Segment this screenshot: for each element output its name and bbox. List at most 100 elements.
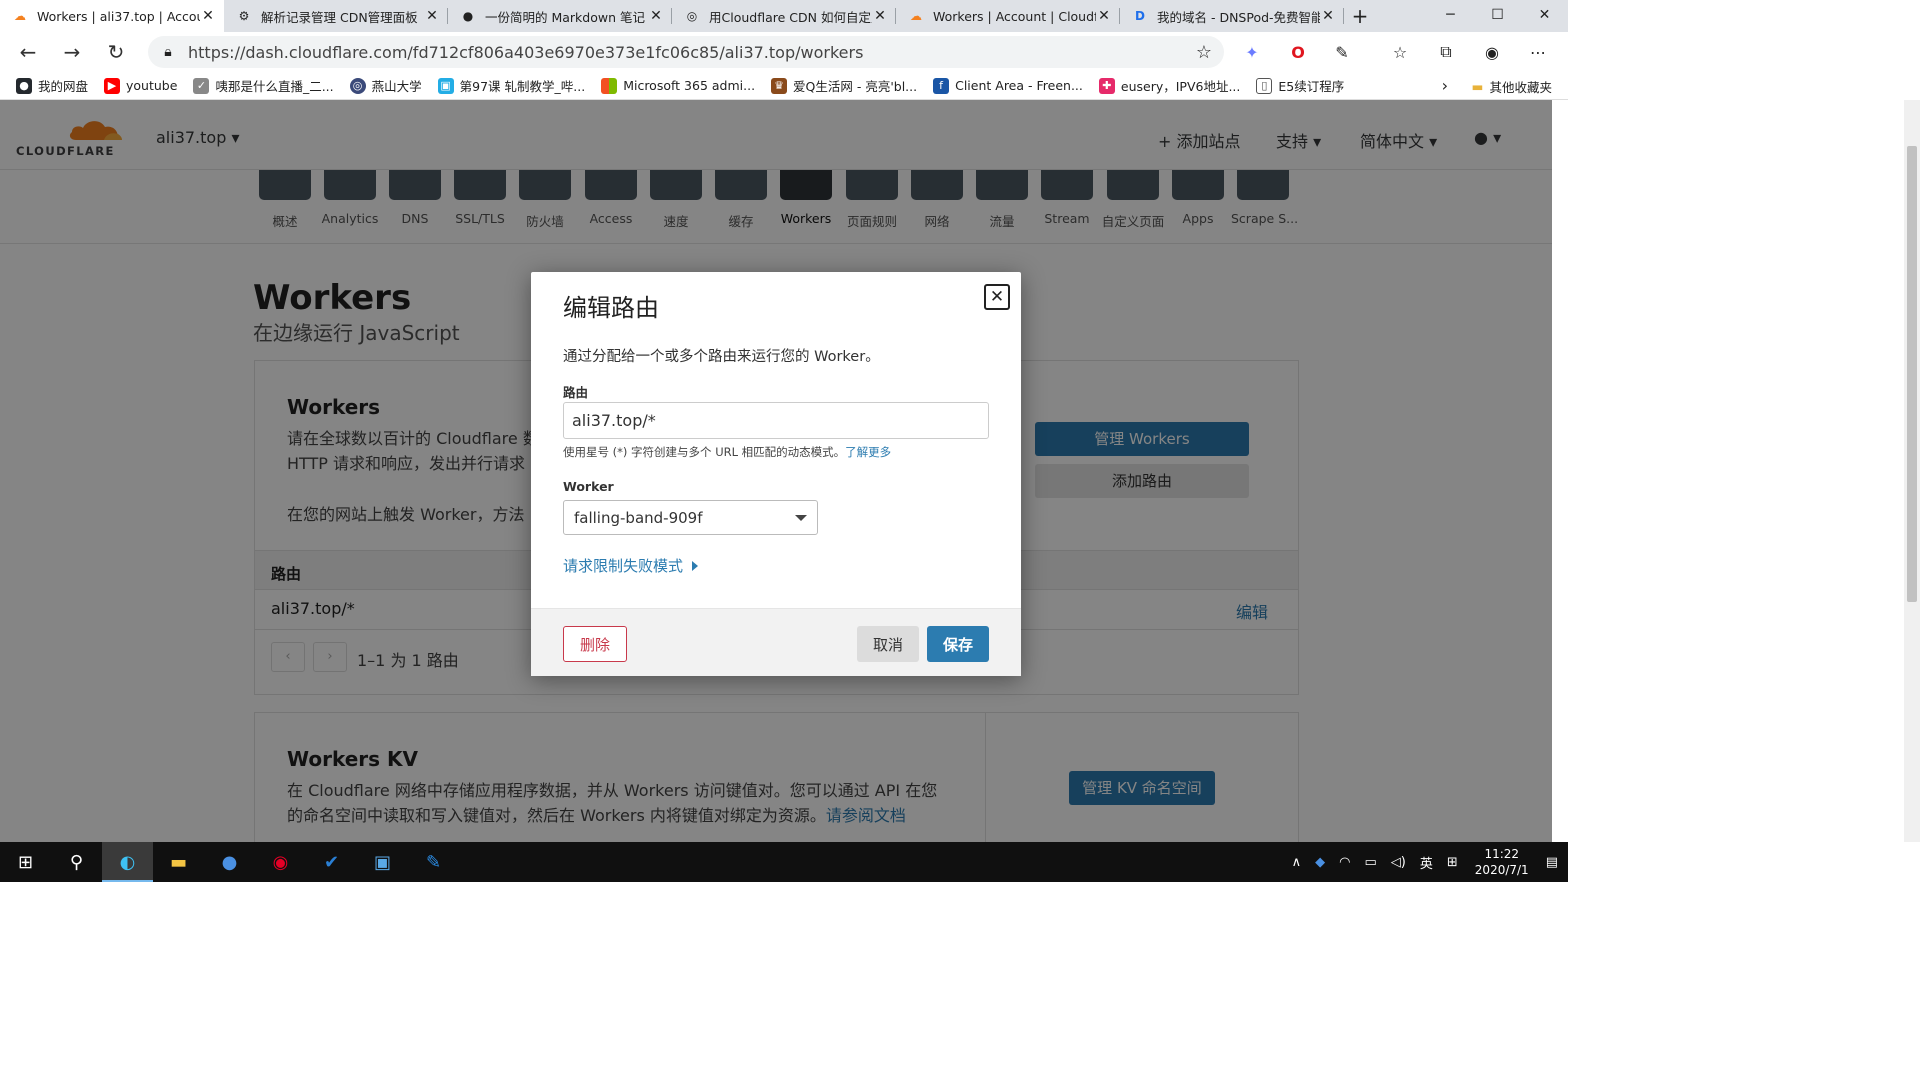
close-icon[interactable]: ✕ bbox=[984, 284, 1010, 310]
volume-icon[interactable]: ◁) bbox=[1391, 855, 1406, 870]
address-toolbar: ← → ↻ 🔒︎ https://dash.cloudflare.com/fd7… bbox=[0, 32, 1568, 72]
refresh-icon[interactable]: ↻ bbox=[94, 40, 138, 64]
bookmark-item[interactable]: ✚ eusery，IPV6地址... bbox=[1098, 76, 1240, 95]
cancel-button[interactable]: 取消 bbox=[857, 626, 919, 662]
edit-route-dialog: 编辑路由 ✕ 通过分配给一个或多个路由来运行您的 Worker。 路由 使用星号… bbox=[531, 272, 1021, 676]
minimize-icon[interactable]: ─ bbox=[1427, 0, 1474, 32]
battery-icon[interactable]: ▭ bbox=[1365, 855, 1377, 870]
ime-grid-icon[interactable]: ⊞ bbox=[1447, 855, 1458, 870]
dnspod-favicon-icon: D bbox=[1135, 9, 1145, 23]
caret-right-icon bbox=[692, 560, 699, 571]
bookmark-item[interactable]: ♛ 爱Q生活网 - 亮亮'bl... bbox=[771, 76, 917, 95]
page-scrollbar[interactable] bbox=[1904, 100, 1920, 842]
vscode-like-icon[interactable]: ✔ bbox=[306, 842, 357, 882]
browser-tab-cdn-guide[interactable]: ◎ 用Cloudflare CDN 如何自定义 ✕ bbox=[672, 0, 896, 32]
bookmark-item[interactable]: ◎ 燕山大学 bbox=[349, 76, 422, 95]
dialog-footer: 删除 取消 保存 bbox=[531, 608, 1021, 676]
network-cube-icon[interactable]: ◆ bbox=[1315, 855, 1325, 870]
maximize-icon[interactable]: ☐ bbox=[1474, 0, 1521, 32]
delete-button[interactable]: 删除 bbox=[563, 626, 627, 662]
folder-icon: ▬ bbox=[1471, 79, 1484, 94]
dialog-title: 编辑路由 bbox=[563, 294, 659, 322]
file-explorer-icon[interactable]: ▬ bbox=[153, 842, 204, 882]
wifi-icon[interactable]: ◠ bbox=[1339, 855, 1350, 870]
close-window-icon[interactable]: ✕ bbox=[1521, 0, 1568, 32]
request-limit-failure-mode-toggle[interactable]: 请求限制失败模式 bbox=[563, 555, 699, 576]
bird-icon: ✓ bbox=[193, 77, 210, 94]
extension-icon[interactable]: ✦ bbox=[1232, 32, 1272, 72]
url-text[interactable]: https://dash.cloudflare.com/fd712cf806a4… bbox=[188, 43, 1184, 62]
chevron-right-icon[interactable]: › bbox=[1442, 76, 1448, 95]
favorites-list-icon[interactable]: ☆ bbox=[1380, 32, 1420, 72]
chevron-down-icon bbox=[795, 514, 807, 521]
profile-avatar-icon[interactable]: ◉ bbox=[1472, 32, 1512, 72]
github-favicon-icon: ● bbox=[462, 9, 474, 23]
netease-music-icon[interactable]: ◉ bbox=[255, 842, 306, 882]
blog-favicon-icon: ◎ bbox=[686, 9, 698, 23]
browser-tab-workers[interactable]: ☁ Workers | ali37.top | Account ✕ bbox=[0, 0, 224, 32]
pen-icon[interactable]: ✎ bbox=[1322, 32, 1362, 72]
photos-icon[interactable]: ▣ bbox=[357, 842, 408, 882]
browser-tab-markdown[interactable]: ● 一份简明的 Markdown 笔记 ✕ bbox=[448, 0, 672, 32]
more-menu-icon[interactable]: ⋯ bbox=[1518, 32, 1558, 72]
close-tab-icon[interactable]: ✕ bbox=[872, 8, 888, 24]
bilibili-icon: ▣ bbox=[437, 77, 454, 94]
feather-app-icon[interactable]: ✎ bbox=[408, 842, 459, 882]
bookmark-item[interactable]: ✓ 咦那是什么直播_二... bbox=[193, 76, 334, 95]
route-help-text: 使用星号 (*) 字符创建与多个 URL 相匹配的动态模式。了解更多 bbox=[563, 445, 892, 459]
ime-indicator[interactable]: 英 bbox=[1420, 853, 1433, 872]
other-bookmarks[interactable]: ▬ 其他收藏夹 bbox=[1472, 77, 1552, 96]
page-icon: ▯ bbox=[1256, 77, 1273, 94]
close-tab-icon[interactable]: ✕ bbox=[200, 8, 216, 24]
taskbar-clock[interactable]: 11:22 2020/7/1 bbox=[1475, 846, 1529, 878]
browser-tab-dnspod[interactable]: D 我的域名 - DNSPod-免费智能 ✕ bbox=[1120, 0, 1344, 32]
browser-tab-workers-account[interactable]: ☁ Workers | Account | Cloudflare ✕ bbox=[896, 0, 1120, 32]
eusery-icon: ✚ bbox=[1098, 77, 1115, 94]
worker-field-label: Worker bbox=[563, 479, 614, 494]
route-input[interactable] bbox=[563, 402, 989, 439]
window-controls: ─ ☐ ✕ bbox=[1427, 0, 1568, 32]
lock-icon[interactable]: 🔒︎ bbox=[148, 44, 188, 60]
bookmark-item[interactable]: f Client Area - Freen... bbox=[933, 77, 1083, 94]
university-icon: ◎ bbox=[349, 77, 366, 94]
bookmarks-bar: ● 我的网盘 ▶ youtube ✓ 咦那是什么直播_二... ◎ 燕山大学 ▣ 第97课… bbox=[0, 72, 1568, 100]
close-tab-icon[interactable]: ✕ bbox=[1320, 8, 1336, 24]
cloudflare-favicon-icon: ☁ bbox=[14, 9, 26, 23]
blog-icon: ♛ bbox=[771, 77, 788, 94]
bookmark-item[interactable]: ● 我的网盘 bbox=[16, 76, 88, 95]
search-icon[interactable]: ⚲ bbox=[51, 842, 102, 882]
chevron-up-icon[interactable]: ∧ bbox=[1292, 855, 1302, 870]
save-button[interactable]: 保存 bbox=[927, 626, 989, 662]
bookmark-item[interactable]: ▯ E5续订程序 bbox=[1256, 76, 1344, 95]
collections-icon[interactable]: ⧉ bbox=[1426, 32, 1466, 72]
bookmark-item[interactable]: ▣ 第97课 轧制教学_哔... bbox=[437, 76, 585, 95]
bookmark-item[interactable]: Microsoft 365 admi... bbox=[601, 77, 755, 94]
microsoft-icon bbox=[601, 77, 618, 94]
new-tab-button[interactable]: + bbox=[1344, 0, 1376, 32]
youtube-icon: ▶ bbox=[104, 77, 121, 94]
notification-icon[interactable]: ▤ bbox=[1546, 855, 1558, 870]
bookmark-item[interactable]: ▶ youtube bbox=[104, 77, 177, 94]
address-bar[interactable]: 🔒︎ https://dash.cloudflare.com/fd712cf80… bbox=[148, 36, 1224, 68]
close-tab-icon[interactable]: ✕ bbox=[648, 8, 664, 24]
scrollbar-thumb[interactable] bbox=[1907, 146, 1917, 602]
github-icon: ● bbox=[16, 77, 32, 94]
freenom-icon: f bbox=[933, 77, 950, 94]
system-tray: ∧ ◆ ◠ ▭ ◁) 英 ⊞ 11:22 2020/7/1 ▤ bbox=[1285, 842, 1568, 882]
windows-start-icon[interactable]: ⊞ bbox=[0, 842, 51, 882]
learn-more-link[interactable]: 了解更多 bbox=[845, 445, 891, 459]
worker-select[interactable]: falling-band-909f bbox=[563, 500, 818, 535]
browser-tab-dns-panel[interactable]: ⚙ 解析记录管理 CDN管理面板 ✕ bbox=[224, 0, 448, 32]
browser-tab-strip: ☁ Workers | ali37.top | Account ✕ ⚙ 解析记录… bbox=[0, 0, 1568, 32]
route-field-label: 路由 bbox=[563, 385, 589, 400]
back-arrow-icon[interactable]: ← bbox=[6, 40, 50, 64]
close-tab-icon[interactable]: ✕ bbox=[1096, 8, 1112, 24]
opera-icon[interactable]: O bbox=[1278, 32, 1318, 72]
people-app-icon[interactable]: ● bbox=[204, 842, 255, 882]
forward-arrow-icon[interactable]: → bbox=[50, 40, 94, 64]
edge-browser-icon[interactable]: ◐ bbox=[102, 842, 153, 882]
favorite-star-icon[interactable]: ☆ bbox=[1184, 42, 1224, 63]
cloudflare-favicon-icon: ☁ bbox=[910, 9, 922, 23]
dialog-description: 通过分配给一个或多个路由来运行您的 Worker。 bbox=[563, 349, 880, 365]
close-tab-icon[interactable]: ✕ bbox=[424, 8, 440, 24]
